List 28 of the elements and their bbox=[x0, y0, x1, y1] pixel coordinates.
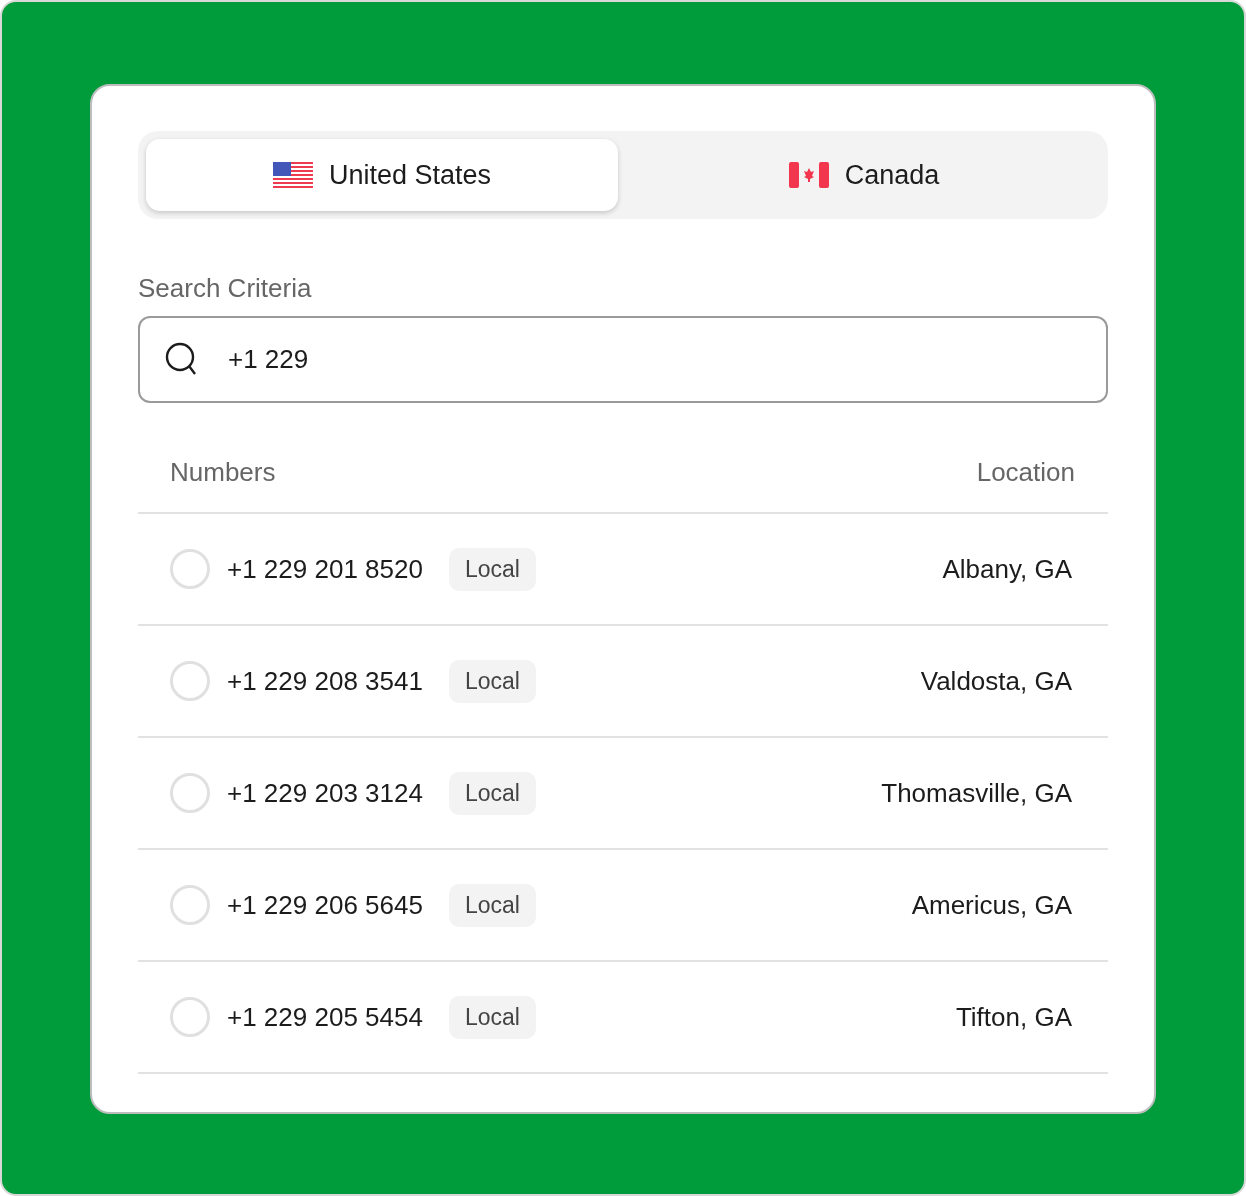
location-text: Americus, GA bbox=[911, 889, 1072, 921]
number-tag: Local bbox=[448, 659, 536, 703]
flag-icon bbox=[788, 162, 829, 188]
radio-button[interactable] bbox=[170, 773, 210, 813]
location-text: Tifton, GA bbox=[955, 1001, 1072, 1033]
location-text: Valdosta, GA bbox=[920, 665, 1072, 697]
phone-number: +1 229 201 8520 bbox=[227, 553, 423, 585]
column-header: Numbers bbox=[170, 457, 276, 488]
radio-button[interactable] bbox=[170, 661, 210, 701]
number-tag: Local bbox=[448, 547, 536, 591]
column-header: Location bbox=[976, 457, 1075, 488]
number-tag: Local bbox=[448, 771, 536, 815]
location-text: Thomasville, GA bbox=[881, 777, 1072, 809]
phone-number: +1 229 203 3124 bbox=[227, 777, 423, 809]
phone-number: +1 229 208 3541 bbox=[227, 665, 423, 697]
radio-button[interactable] bbox=[170, 549, 210, 589]
phone-number: +1 229 206 5645 bbox=[227, 889, 423, 921]
field-label: Search Criteria bbox=[138, 273, 313, 304]
country-tab[interactable]: United States bbox=[146, 139, 618, 211]
phone-number: +1 229 205 5454 bbox=[227, 1001, 423, 1033]
search-field[interactable]: +1 229 bbox=[138, 316, 1108, 403]
number-tag: Local bbox=[448, 995, 536, 1039]
country-tab[interactable]: Canada bbox=[628, 139, 1100, 211]
location-text: Albany, GA bbox=[942, 553, 1072, 585]
radio-button[interactable] bbox=[170, 885, 210, 925]
flag-icon bbox=[272, 162, 313, 188]
radio-button[interactable] bbox=[170, 997, 210, 1037]
number-tag: Local bbox=[448, 883, 536, 927]
